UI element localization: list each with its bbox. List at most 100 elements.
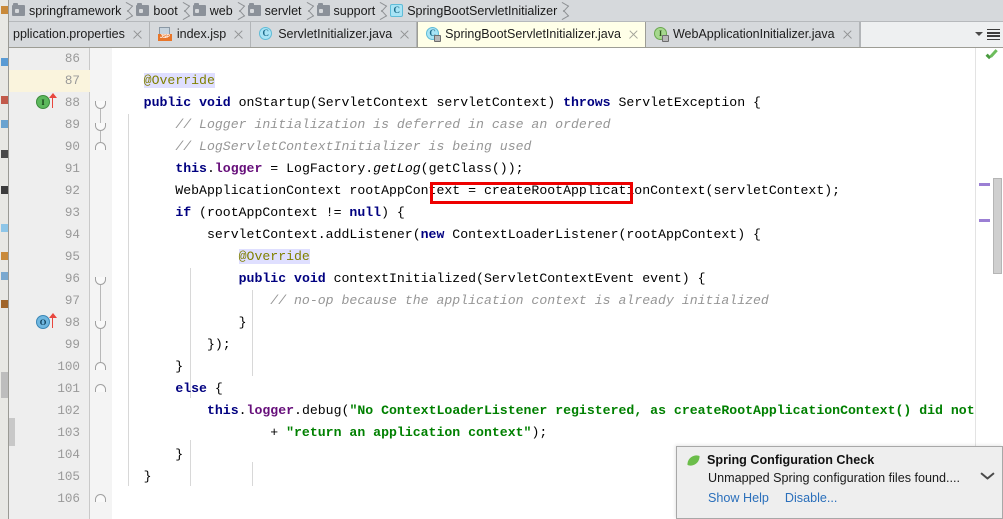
chevron-right-icon (303, 0, 314, 21)
breadcrumb-item-class[interactable]: C SpringBootServletInitializer (387, 0, 558, 21)
breadcrumb-item-label: servlet (264, 3, 302, 18)
fold-marker[interactable] (95, 274, 106, 285)
code-line: // no-op because the application context… (270, 293, 769, 308)
breadcrumb-item-springframework[interactable]: springframework (9, 0, 122, 21)
tab-label: ServletInitializer.java (278, 27, 393, 41)
fold-marker[interactable] (95, 494, 106, 505)
java-class-icon: C (259, 27, 273, 41)
tab-web-application-initializer[interactable]: I WebApplicationInitializer.java (646, 22, 860, 47)
breadcrumb-item-boot[interactable]: boot (133, 0, 178, 21)
intellij-editor-window: springframework boot web servlet support… (0, 0, 1003, 519)
line-number: 91 (64, 162, 80, 176)
line-number: 105 (57, 470, 80, 484)
breadcrumb-item-label: SpringBootServletInitializer (407, 3, 558, 18)
chevron-right-icon (179, 0, 190, 21)
line-number: 93 (64, 206, 80, 220)
line-number: 94 (64, 228, 80, 242)
vertical-scrollbar-thumb[interactable] (993, 178, 1002, 274)
code-line: if (rootAppContext != null) { (175, 205, 405, 220)
code-line: // Logger initialization is deferred in … (175, 117, 611, 132)
line-number: 89 (64, 118, 80, 132)
code-line: public void contextInitialized(ServletCo… (238, 271, 706, 286)
java-interface-locked-icon: I (653, 27, 669, 42)
code-line: this.logger = LogFactory.getLog(getClass… (175, 161, 524, 176)
left-tool-strip[interactable] (0, 0, 9, 519)
line-number: 92 (64, 184, 80, 198)
line-number: 86 (64, 52, 80, 66)
tab-index-jsp[interactable]: JSP index.jsp (150, 22, 252, 47)
gutter-marker (9, 418, 15, 446)
code-line: + "return an application context"); (112, 425, 548, 440)
tab-application-properties[interactable]: pplication.properties (9, 22, 150, 47)
chevron-right-icon (376, 0, 387, 21)
tab-spring-boot-servlet-initializer[interactable]: C SpringBootServletInitializer.java (417, 22, 646, 47)
tab-servlet-initializer[interactable]: C ServletInitializer.java (251, 22, 418, 47)
notification-header: Spring Configuration Check (677, 447, 1002, 467)
breadcrumb: springframework boot web servlet support… (9, 0, 1003, 22)
notification-title: Spring Configuration Check (707, 453, 875, 467)
chevron-down-icon[interactable] (980, 474, 994, 483)
line-number: 106 (57, 492, 80, 506)
fold-marker[interactable] (95, 362, 106, 373)
fold-marker[interactable] (95, 98, 106, 109)
close-icon[interactable] (842, 29, 853, 40)
line-number: 95 (64, 250, 80, 264)
tab-bar-controls (859, 22, 1003, 47)
code-line: public void onStartup(ServletContext ser… (143, 95, 761, 110)
scrollbar-marker (979, 183, 990, 186)
close-icon[interactable] (233, 29, 244, 40)
close-icon[interactable] (628, 29, 639, 40)
breadcrumb-item-support[interactable]: support (314, 0, 377, 21)
breadcrumb-item-web[interactable]: web (190, 0, 234, 21)
scrollbar-marker (979, 219, 990, 222)
line-number: 96 (64, 272, 80, 286)
folder-icon (316, 3, 330, 16)
line-number-gutter[interactable]: 86 87 88 89 90 91 92 93 94 95 96 97 98 9… (9, 48, 90, 519)
line-number: 101 (57, 382, 80, 396)
line-number: 100 (57, 360, 80, 374)
notification-body: Unmapped Spring configuration files foun… (677, 467, 1002, 485)
line-number: 97 (64, 294, 80, 308)
breadcrumb-item-label: web (209, 3, 233, 18)
notification-popup[interactable]: Spring Configuration Check Unmapped Spri… (676, 446, 1003, 519)
line-number: 104 (57, 448, 80, 462)
fold-marker[interactable] (95, 384, 106, 395)
disable-link[interactable]: Disable... (785, 491, 838, 505)
code-line: WebApplicationContext rootAppContext = c… (112, 183, 841, 198)
fold-marker[interactable] (95, 120, 106, 131)
chevron-right-icon (122, 0, 133, 21)
code-line: this.logger.debug("No ContextLoaderListe… (206, 403, 991, 418)
class-icon: C (390, 4, 404, 17)
folder-icon (12, 3, 25, 16)
jsp-file-icon: JSP (157, 27, 172, 41)
breadcrumb-item-label: boot (153, 3, 178, 18)
show-help-link[interactable]: Show Help (708, 491, 769, 505)
breadcrumb-item-label: support (333, 3, 376, 18)
list-icon[interactable] (987, 28, 1000, 41)
line-number: 87 (64, 74, 80, 88)
editor-tab-bar: pplication.properties JSP index.jsp C Se… (9, 22, 1003, 48)
breadcrumb-item-servlet[interactable]: servlet (245, 0, 303, 21)
chevron-right-icon (234, 0, 245, 21)
line-number: 102 (57, 404, 80, 418)
folder-icon (247, 3, 261, 16)
fold-marker[interactable] (95, 142, 106, 153)
notification-actions: Show Help Disable... (677, 485, 1002, 505)
tab-label: SpringBootServletInitializer.java (445, 27, 621, 41)
code-line: else { (175, 381, 223, 396)
chevron-right-icon (558, 0, 569, 21)
code-line: } (112, 359, 184, 374)
code-line: servletContext.addListener(new ContextLo… (112, 227, 761, 242)
fold-marker[interactable] (95, 318, 106, 329)
code-line: @Override (143, 73, 215, 88)
code-folding-column[interactable] (90, 48, 112, 519)
folder-icon (192, 3, 206, 16)
chevron-down-icon[interactable] (975, 32, 983, 36)
breadcrumb-item-label: springframework (29, 3, 122, 18)
close-icon[interactable] (399, 29, 410, 40)
method-arrow-icon (48, 313, 57, 328)
tab-label: index.jsp (176, 27, 227, 41)
tab-label: pplication.properties (13, 27, 125, 41)
close-icon[interactable] (132, 29, 143, 40)
